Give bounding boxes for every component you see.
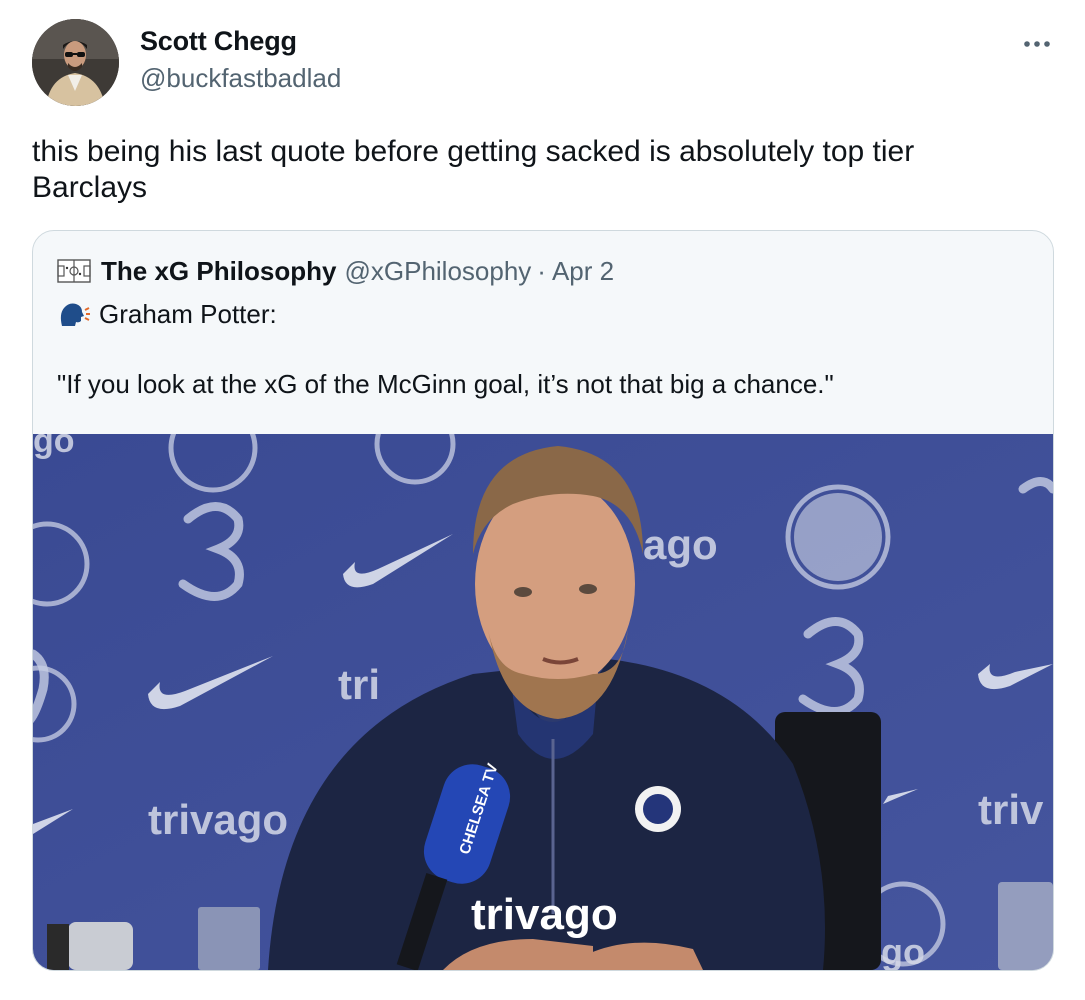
backdrop-text: ago <box>643 521 718 568</box>
quoted-speaker-line: Graham Potter: <box>57 299 277 330</box>
quoted-author-name[interactable]: The xG Philosophy <box>101 256 336 287</box>
author-handle[interactable]: @buckfastbadlad <box>140 63 341 94</box>
press-conference-photo[interactable]: trivago tri ago triv go go trivago CHELS… <box>33 434 1053 970</box>
separator-dot: · <box>537 255 546 286</box>
backdrop-text: go <box>33 434 75 460</box>
author-avatar[interactable] <box>32 19 119 106</box>
quoted-text: "If you look at the xG of the McGinn goa… <box>57 369 834 399</box>
backdrop-text: go <box>881 931 925 970</box>
quoted-author-handle[interactable]: @xGPhilosophy <box>344 256 531 287</box>
backdrop-text: tri <box>338 661 380 708</box>
xg-philosophy-avatar-icon[interactable] <box>57 257 91 285</box>
backdrop-text: triv <box>978 786 1044 833</box>
quoted-date[interactable]: Apr 2 <box>552 256 614 287</box>
more-horizontal-icon[interactable] <box>1020 30 1056 58</box>
shirt-sponsor-text: trivago <box>471 890 618 939</box>
quoted-speaker: Graham Potter: <box>99 299 277 329</box>
tweet-text-line: Barclays <box>32 171 148 204</box>
backdrop-text: trivago <box>148 796 288 843</box>
tweet-text-line: this being his last quote before getting… <box>32 135 915 168</box>
quoted-tweet-header: The xG Philosophy @xGPhilosophy · Apr 2 <box>57 255 614 287</box>
tweet-text: this being his last quote before getting… <box>32 134 1052 206</box>
quoted-tweet[interactable]: The xG Philosophy @xGPhilosophy · Apr 2 … <box>32 230 1054 971</box>
speaking-head-icon <box>60 303 90 326</box>
author-name[interactable]: Scott Chegg <box>140 26 297 57</box>
